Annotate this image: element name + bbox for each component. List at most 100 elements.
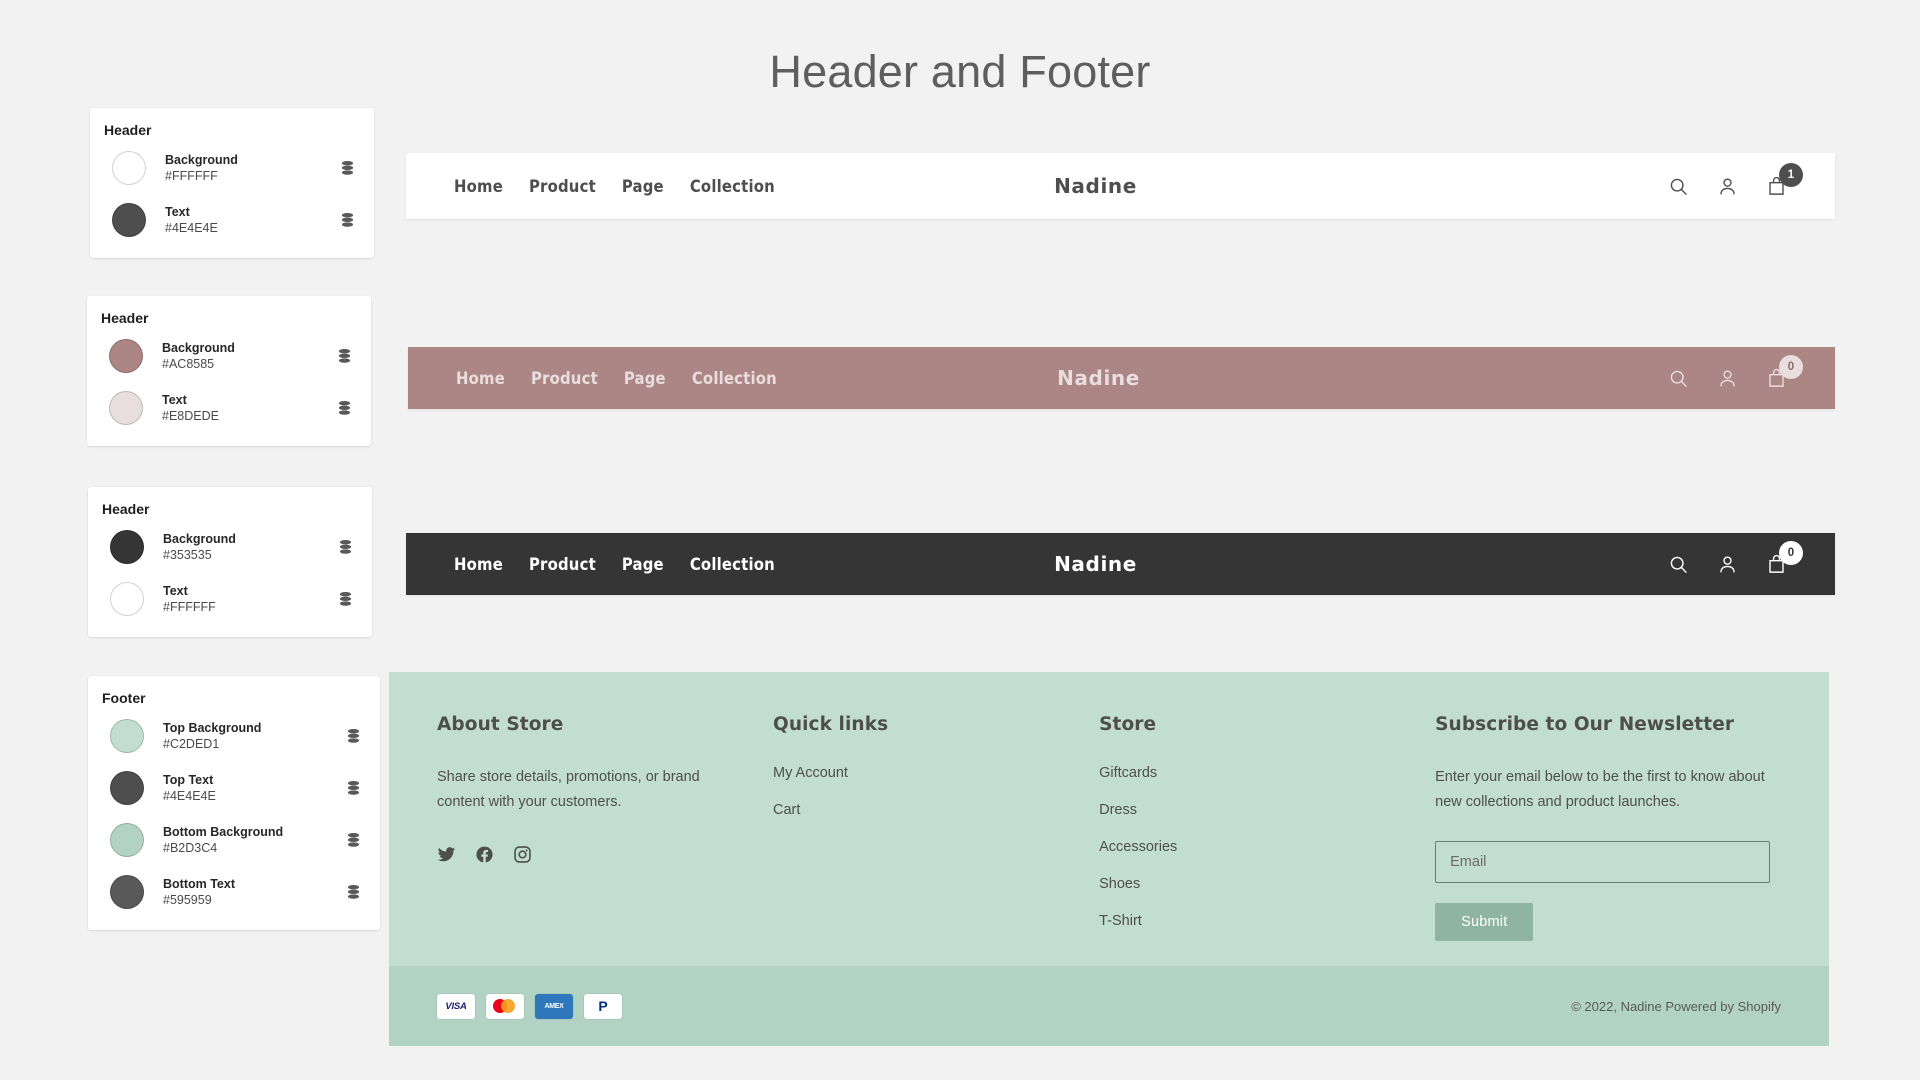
- layers-icon[interactable]: [337, 591, 354, 608]
- cart-count-badge: 0: [1779, 540, 1803, 565]
- swatch-panel-footer-3: Footer Top Background #C2DED1 Top Text #4E4E…: [88, 676, 380, 930]
- header-light: Home Product Page Collection Nadine 1: [406, 153, 1835, 219]
- layers-icon[interactable]: [345, 728, 362, 745]
- color-swatch[interactable]: [110, 875, 144, 909]
- instagram-icon[interactable]: [513, 845, 532, 864]
- color-swatch[interactable]: [110, 582, 144, 616]
- color-swatch[interactable]: [110, 823, 144, 857]
- swatch-label: Bottom Text: [163, 877, 235, 891]
- layers-icon[interactable]: [345, 832, 362, 849]
- footer-column-quick-links: Quick links My Account Cart: [773, 714, 1099, 966]
- color-swatch[interactable]: [112, 151, 146, 185]
- facebook-icon[interactable]: [475, 845, 494, 864]
- color-swatch[interactable]: [112, 203, 146, 237]
- search-icon[interactable]: [1668, 554, 1689, 575]
- swatch-label: Background: [162, 341, 235, 355]
- swatch-hex-value: #353535: [163, 548, 212, 562]
- newsletter-submit-button[interactable]: Submit: [1435, 902, 1534, 941]
- swatch-row[interactable]: Top Background #C2DED1: [88, 710, 380, 762]
- footer-column-about: About Store Share store details, promoti…: [437, 714, 773, 966]
- cart-icon[interactable]: 1: [1766, 162, 1803, 197]
- twitter-icon[interactable]: [437, 845, 456, 864]
- search-icon[interactable]: [1668, 176, 1689, 197]
- search-icon[interactable]: [1668, 368, 1689, 389]
- swatch-row[interactable]: Bottom Text #595959: [88, 866, 380, 918]
- nav-link-home[interactable]: Home: [454, 177, 503, 196]
- header-nav: Home Product Page Collection: [454, 555, 775, 574]
- swatch-row[interactable]: Background #353535: [88, 521, 372, 573]
- quick-links-list: My Account Cart: [773, 765, 1099, 818]
- swatch-row[interactable]: Text #E8DEDE: [87, 382, 371, 434]
- color-swatch[interactable]: [109, 391, 143, 425]
- swatch-row[interactable]: Background #FFFFFF: [90, 142, 374, 194]
- quick-links-heading: Quick links: [773, 714, 889, 735]
- footer-link-giftcards[interactable]: Giftcards: [1099, 765, 1435, 781]
- footer-link-dress[interactable]: Dress: [1099, 802, 1435, 818]
- swatch-row[interactable]: Background #AC8585: [87, 330, 371, 382]
- nav-link-product[interactable]: Product: [529, 177, 596, 196]
- swatch-panel-header-2: Header Background #353535 Text #FFFFFF: [88, 487, 372, 637]
- layers-icon[interactable]: [336, 400, 353, 417]
- store-heading: Store: [1099, 714, 1157, 735]
- swatch-panel-title: Footer: [102, 690, 146, 706]
- color-swatch[interactable]: [109, 339, 143, 373]
- header-actions: 0: [1668, 540, 1803, 575]
- footer-top-section: About Store Share store details, promoti…: [389, 672, 1829, 966]
- cart-icon[interactable]: 0: [1766, 354, 1803, 389]
- footer-link-my-account[interactable]: My Account: [773, 765, 1099, 781]
- swatch-hex-value: #FFFFFF: [165, 169, 218, 183]
- payment-visa-icon: VISA: [437, 993, 475, 1019]
- layers-icon[interactable]: [339, 212, 356, 229]
- swatch-row[interactable]: Text #4E4E4E: [90, 194, 374, 246]
- cart-count-badge: 0: [1779, 354, 1803, 379]
- account-icon[interactable]: [1717, 176, 1738, 197]
- footer-link-shoes[interactable]: Shoes: [1099, 876, 1435, 892]
- footer-link-t-shirt[interactable]: T-Shirt: [1099, 913, 1435, 929]
- footer-link-cart[interactable]: Cart: [773, 802, 1099, 818]
- color-swatch[interactable]: [110, 530, 144, 564]
- layers-icon[interactable]: [345, 780, 362, 797]
- nav-link-collection[interactable]: Collection: [690, 555, 775, 574]
- page-title: Header and Footer: [769, 46, 1151, 97]
- footer-link-accessories[interactable]: Accessories: [1099, 839, 1435, 855]
- account-icon[interactable]: [1717, 368, 1738, 389]
- swatch-row[interactable]: Bottom Background #B2D3C4: [88, 814, 380, 866]
- footer-bottom-bar: VISA AMEX P © 2022, Nadine Powered by Shop…: [389, 966, 1829, 1046]
- nav-link-page[interactable]: Page: [624, 369, 666, 388]
- layers-icon[interactable]: [339, 160, 356, 177]
- color-swatch[interactable]: [110, 719, 144, 753]
- footer-column-newsletter: Subscribe to Our Newsletter Enter your e…: [1435, 714, 1781, 966]
- cart-icon[interactable]: 0: [1766, 540, 1803, 575]
- header-actions: 0: [1668, 354, 1803, 389]
- account-icon[interactable]: [1717, 554, 1738, 575]
- swatch-label: Bottom Background: [163, 825, 284, 839]
- newsletter-email-input[interactable]: [1435, 840, 1771, 883]
- nav-link-collection[interactable]: Collection: [692, 369, 777, 388]
- swatch-panel-title: Header: [104, 122, 152, 138]
- color-swatch[interactable]: [110, 771, 144, 805]
- layers-icon[interactable]: [337, 539, 354, 556]
- nav-link-product[interactable]: Product: [531, 369, 598, 388]
- swatch-label: Top Text: [163, 773, 214, 787]
- layers-icon[interactable]: [345, 884, 362, 901]
- swatch-panel-title: Header: [101, 310, 149, 326]
- swatch-label: Text: [165, 205, 190, 219]
- nav-link-home[interactable]: Home: [456, 369, 505, 388]
- nav-link-page[interactable]: Page: [622, 177, 664, 196]
- store-links-list: Giftcards Dress Accessories Shoes T-Shirt: [1099, 765, 1435, 929]
- swatch-label: Text: [162, 393, 187, 407]
- layers-icon[interactable]: [336, 348, 353, 365]
- payment-paypal-icon: P: [584, 993, 622, 1019]
- swatch-hex-value: #595959: [163, 893, 212, 907]
- swatch-row[interactable]: Text #FFFFFF: [88, 573, 372, 625]
- swatch-row[interactable]: Top Text #4E4E4E: [88, 762, 380, 814]
- nav-link-product[interactable]: Product: [529, 555, 596, 574]
- footer-preview: About Store Share store details, promoti…: [389, 672, 1829, 1067]
- nav-link-page[interactable]: Page: [622, 555, 664, 574]
- nav-link-collection[interactable]: Collection: [690, 177, 775, 196]
- nav-link-home[interactable]: Home: [454, 555, 503, 574]
- swatch-label: Background: [165, 153, 238, 167]
- header-actions: 1: [1668, 162, 1803, 197]
- swatch-hex-value: #AC8585: [162, 357, 215, 371]
- cart-count-badge: 1: [1779, 162, 1803, 187]
